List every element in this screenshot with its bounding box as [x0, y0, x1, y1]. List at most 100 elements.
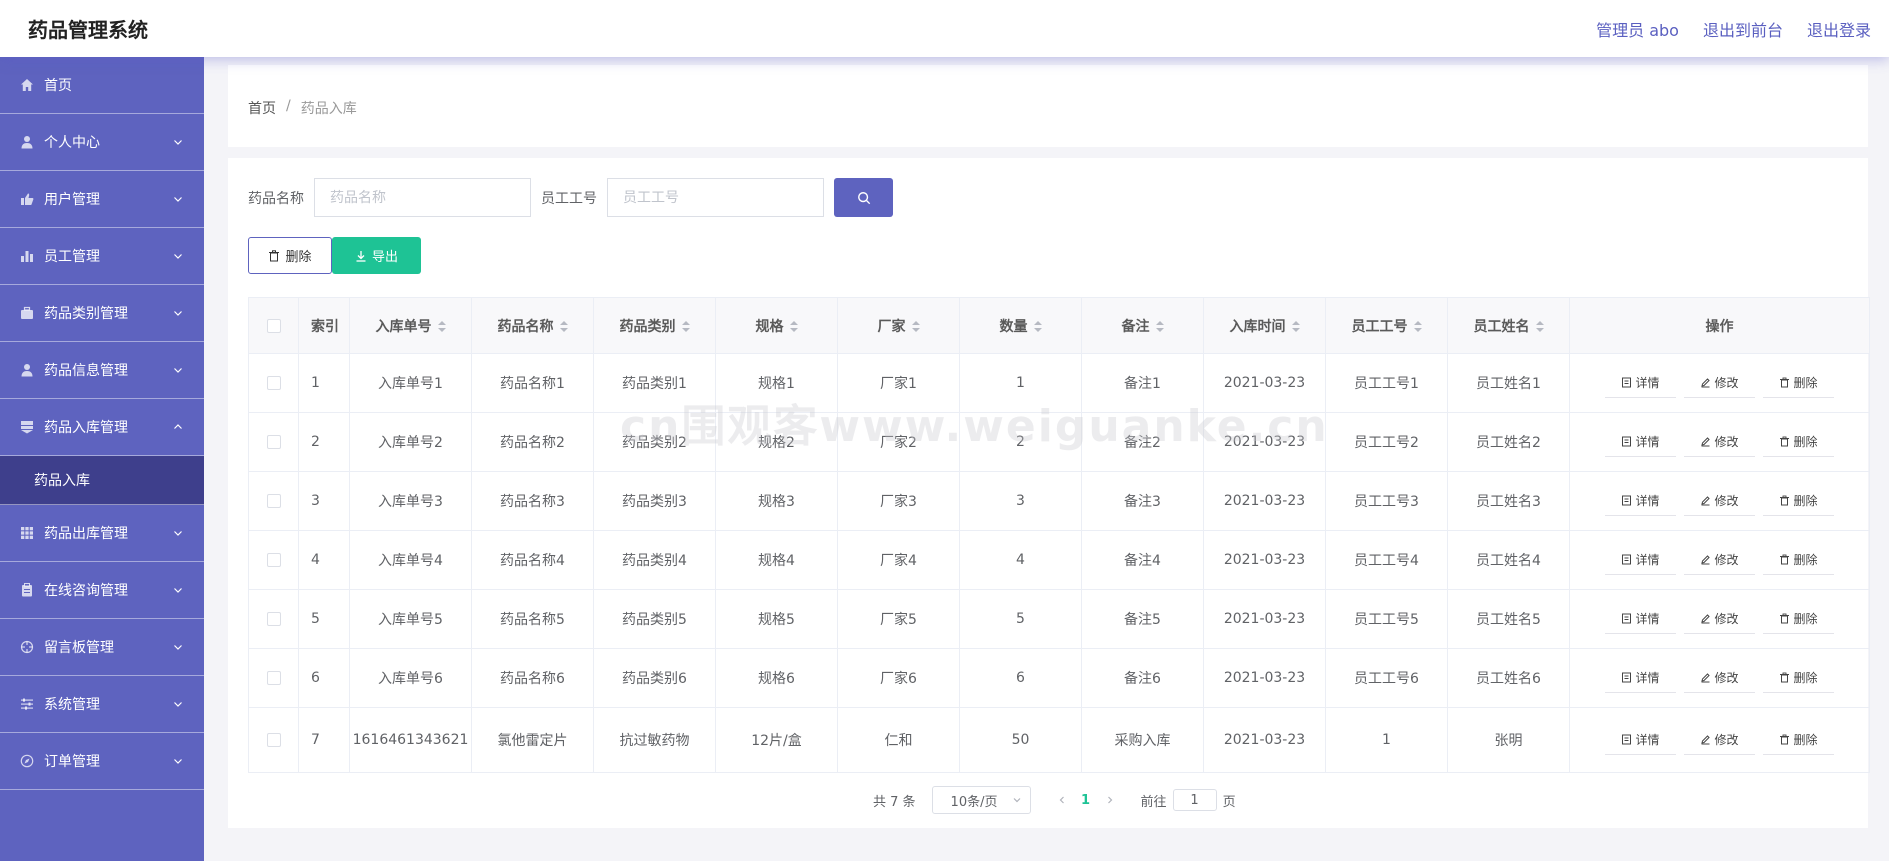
row-checkbox[interactable]	[266, 733, 281, 747]
sidebar-item-3[interactable]: 员工管理	[0, 228, 204, 285]
row-edit-button[interactable]: 修改	[1684, 545, 1755, 575]
sidebar-item-6[interactable]: 药品入库管理	[0, 399, 204, 456]
row-edit-button[interactable]: 修改	[1684, 427, 1755, 457]
sidebar-item-label: 订单管理	[44, 754, 100, 770]
document-icon	[1621, 672, 1632, 683]
batch-delete-button[interactable]: 删除	[248, 237, 332, 274]
staff-no-label: 员工工号	[541, 190, 597, 207]
table-cell: 厂家3	[837, 471, 960, 531]
page-size-select[interactable]: 10条/页	[931, 786, 1031, 814]
row-delete-button[interactable]: 删除	[1763, 725, 1834, 755]
exit-to-front-link[interactable]: 退出到前台	[1703, 17, 1783, 41]
table-cell: 2021-03-23	[1203, 353, 1326, 413]
row-delete-button[interactable]: 删除	[1763, 604, 1834, 634]
row-delete-button[interactable]: 删除	[1763, 486, 1834, 516]
sidebar-item-4[interactable]: 药品类别管理	[0, 285, 204, 342]
staff-no-input[interactable]	[607, 178, 824, 217]
row-select-cell[interactable]	[248, 412, 299, 472]
column-header-3[interactable]: 药品类别	[593, 297, 716, 354]
row-detail-button[interactable]: 详情	[1605, 545, 1676, 575]
row-select-cell[interactable]	[248, 589, 299, 649]
sidebar-item-2[interactable]: 用户管理	[0, 171, 204, 228]
column-header-5[interactable]: 厂家	[837, 297, 960, 354]
select-all-checkbox[interactable]	[266, 318, 281, 333]
sidebar-item-7[interactable]: 药品出库管理	[0, 505, 204, 562]
sort-icon[interactable]	[559, 320, 568, 333]
sort-icon[interactable]	[789, 320, 798, 333]
column-header-6[interactable]: 数量	[959, 297, 1082, 354]
sidebar-item-8[interactable]: 在线咨询管理	[0, 562, 204, 619]
page-number-1[interactable]: 1	[1071, 793, 1101, 808]
row-detail-button[interactable]: 详情	[1605, 663, 1676, 693]
row-delete-button[interactable]: 删除	[1763, 545, 1834, 575]
prev-page-button[interactable]	[1053, 791, 1071, 809]
sidebar-item-11[interactable]: 订单管理	[0, 733, 204, 790]
column-header-4[interactable]: 规格	[715, 297, 838, 354]
column-header-2[interactable]: 药品名称	[471, 297, 594, 354]
sidebar-item-0[interactable]: 首页	[0, 57, 204, 114]
next-page-button[interactable]	[1101, 791, 1119, 809]
sort-icon[interactable]	[1155, 320, 1164, 333]
row-edit-label: 修改	[1714, 733, 1739, 747]
column-header-10[interactable]: 员工姓名	[1447, 297, 1570, 354]
drug-name-input[interactable]	[314, 178, 531, 217]
table-cell: 员工姓名5	[1447, 589, 1570, 649]
sidebar-subitem-drug-inbound[interactable]: 药品入库	[0, 456, 204, 505]
table-cell: 厂家2	[837, 412, 960, 472]
sort-icon[interactable]	[911, 320, 920, 333]
row-edit-button[interactable]: 修改	[1684, 368, 1755, 398]
logout-link[interactable]: 退出登录	[1807, 17, 1871, 41]
admin-user-link[interactable]: 管理员 abo	[1596, 17, 1679, 41]
sidebar-item-10[interactable]: 系统管理	[0, 676, 204, 733]
column-header-1[interactable]: 入库单号	[349, 297, 472, 354]
top-links: 管理员 abo 退出到前台 退出登录	[1596, 17, 1871, 41]
row-select-cell[interactable]	[248, 471, 299, 531]
goto-page-input[interactable]	[1172, 789, 1217, 811]
row-checkbox[interactable]	[266, 494, 281, 508]
sort-icon[interactable]	[681, 320, 690, 333]
row-checkbox[interactable]	[266, 671, 281, 685]
column-header-label: 药品名称	[497, 318, 554, 335]
row-delete-button[interactable]: 删除	[1763, 368, 1834, 398]
column-header-7[interactable]: 备注	[1081, 297, 1204, 354]
sort-icon[interactable]	[1033, 320, 1042, 333]
sidebar-item-5[interactable]: 药品信息管理	[0, 342, 204, 399]
sort-icon[interactable]	[1291, 320, 1300, 333]
sort-icon[interactable]	[1535, 320, 1544, 333]
row-detail-button[interactable]: 详情	[1605, 368, 1676, 398]
row-checkbox[interactable]	[266, 553, 281, 567]
row-edit-button[interactable]: 修改	[1684, 486, 1755, 516]
select-all-cell[interactable]	[248, 297, 299, 354]
row-select-cell[interactable]	[248, 353, 299, 413]
table-cell: 2021-03-23	[1203, 589, 1326, 649]
row-delete-button[interactable]: 删除	[1763, 427, 1834, 457]
row-select-cell[interactable]	[248, 648, 299, 708]
operations-group: 详情 修改 删除	[1570, 663, 1869, 693]
row-detail-button[interactable]: 详情	[1605, 486, 1676, 516]
row-detail-button[interactable]: 详情	[1605, 427, 1676, 457]
row-select-cell[interactable]	[248, 707, 299, 773]
row-checkbox[interactable]	[266, 612, 281, 626]
sidebar-item-label: 在线咨询管理	[44, 583, 128, 599]
row-edit-button[interactable]: 修改	[1684, 663, 1755, 693]
column-header-8[interactable]: 入库时间	[1203, 297, 1326, 354]
row-select-cell[interactable]	[248, 530, 299, 590]
search-button[interactable]	[834, 178, 893, 217]
row-detail-button[interactable]: 详情	[1605, 725, 1676, 755]
edit-icon	[1700, 436, 1711, 447]
sort-icon[interactable]	[1413, 320, 1422, 333]
sidebar-item-9[interactable]: 留言板管理	[0, 619, 204, 676]
export-button[interactable]: 导出	[332, 237, 421, 274]
row-detail-button[interactable]: 详情	[1605, 604, 1676, 634]
row-delete-button[interactable]: 删除	[1763, 663, 1834, 693]
sidebar-item-label: 系统管理	[44, 697, 100, 713]
row-checkbox[interactable]	[266, 435, 281, 449]
column-header-9[interactable]: 员工工号	[1325, 297, 1448, 354]
sidebar-item-1[interactable]: 个人中心	[0, 114, 204, 171]
row-edit-button[interactable]: 修改	[1684, 604, 1755, 634]
sort-icon[interactable]	[437, 320, 446, 333]
row-edit-button[interactable]: 修改	[1684, 725, 1755, 755]
breadcrumb-home[interactable]: 首页	[248, 98, 276, 118]
row-checkbox[interactable]	[266, 376, 281, 390]
chevron-down-icon	[172, 698, 184, 710]
